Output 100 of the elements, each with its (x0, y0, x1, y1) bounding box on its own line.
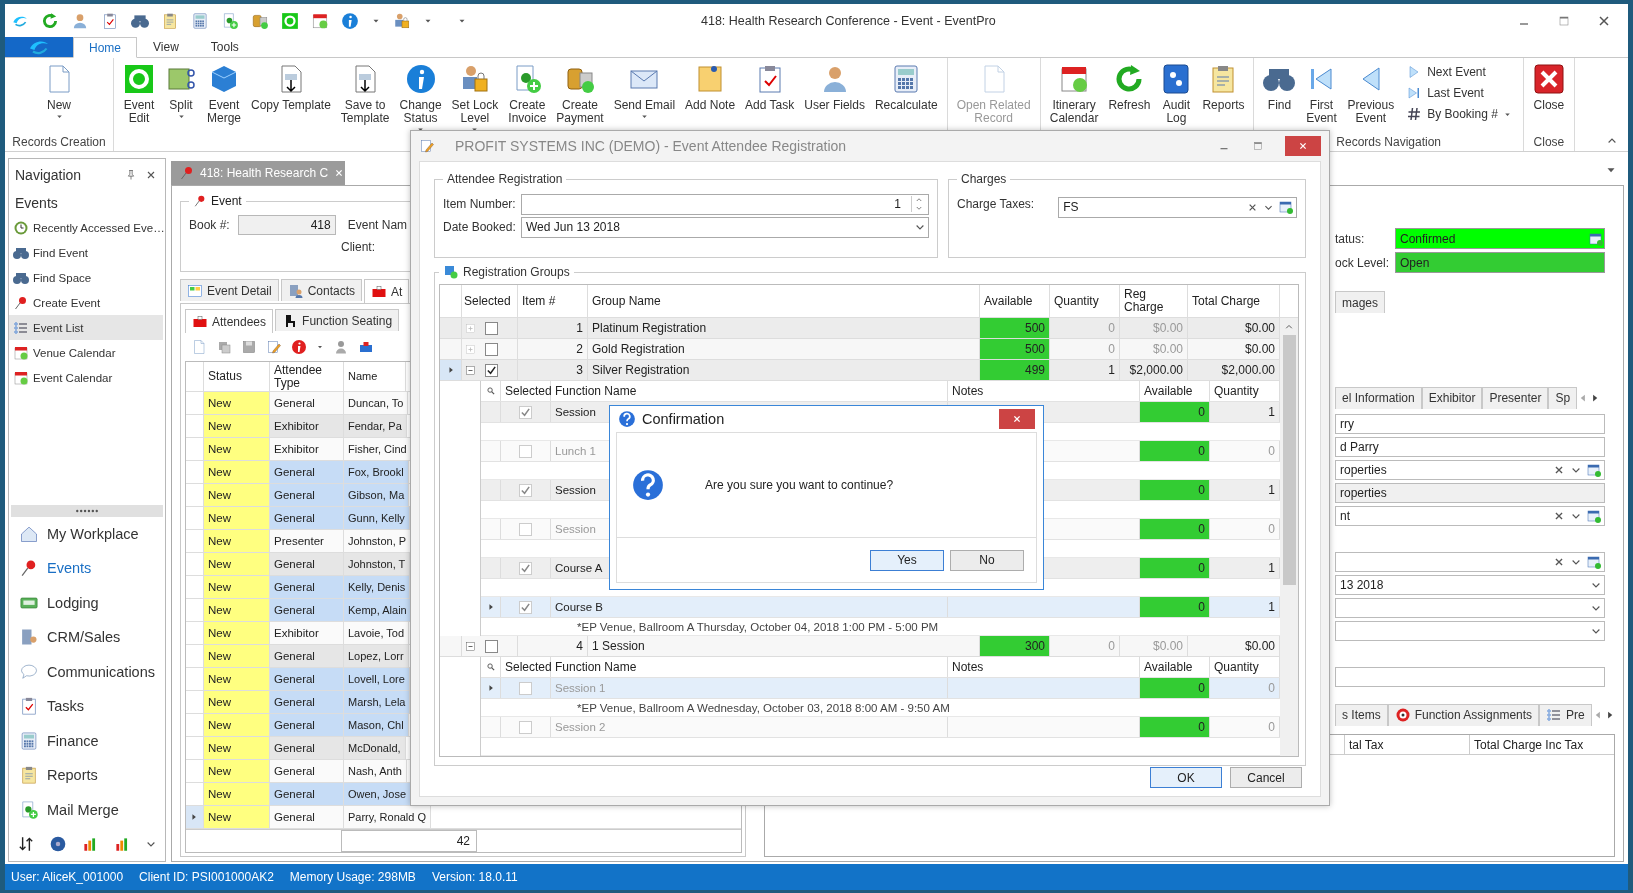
table-cell: General (270, 760, 344, 782)
table-cell: New (204, 484, 270, 506)
table-cell: Fendar, Pa (344, 415, 407, 437)
table-cell: 0 (1050, 339, 1120, 359)
table-cell: New (204, 668, 270, 690)
table-cell: Exhibitor (270, 622, 344, 644)
available-cell: 0 (1140, 558, 1210, 578)
status-text: Memory Usage: 298MB (289, 870, 416, 884)
function-name: Course A (555, 562, 603, 574)
table-cell: Owen, Jose (344, 783, 412, 805)
table-cell: General (270, 714, 344, 736)
table-cell: 1 (1050, 360, 1120, 380)
group-label: Close (1533, 135, 1565, 149)
function-name: Lunch 1 (555, 445, 596, 457)
table-cell: 1 (518, 318, 588, 338)
table-cell: New (204, 783, 270, 805)
table-cell: $0.00 (1120, 339, 1188, 359)
table-cell: Mason, Chl (344, 714, 409, 736)
available-cell: 0 (1140, 519, 1210, 539)
available-cell: 0 (1140, 441, 1210, 461)
group-title: Event (211, 194, 242, 208)
function-name: Session (555, 484, 596, 496)
table-cell: Duncan, To (344, 392, 409, 414)
table-cell: General (270, 668, 344, 690)
table-cell: Exhibitor (270, 415, 344, 437)
table-cell: Gunn, Kelly (344, 507, 410, 529)
available-cell: 0 (1140, 717, 1210, 737)
function-name: Session (555, 523, 596, 535)
available-cell: 500 (980, 318, 1050, 338)
message-text: Are you sure you want to continue? (705, 478, 894, 492)
available-cell: 499 (980, 360, 1050, 380)
field-label: Item Number: (443, 197, 515, 211)
table-cell: $2,000.00 (1120, 360, 1188, 380)
table-cell: General (270, 691, 344, 713)
table-cell: Presenter (270, 530, 344, 552)
table-cell: New (204, 714, 270, 736)
status-text: Client ID: PSI001000AK2 (139, 870, 274, 884)
table-cell: 4 (518, 636, 588, 656)
available-cell: 0 (1140, 678, 1210, 698)
table-cell: New (204, 507, 270, 529)
window-title: 418: Health Research Conference - Event - EventPro (700, 13, 997, 28)
available-cell: 0 (1140, 597, 1210, 617)
table-cell: $0.00 (1120, 636, 1188, 656)
table-cell: General (270, 599, 344, 621)
group-title: Attendee Registration (446, 172, 564, 186)
table-cell: New (204, 438, 270, 460)
table-cell: Nash, Anth (344, 760, 407, 782)
table-cell: Lovell, Lore (344, 668, 410, 690)
table-cell: McDonald, (344, 737, 406, 759)
group-title: Charges (960, 172, 1008, 186)
count-cell: 42 (341, 830, 477, 852)
table-cell: New (204, 461, 270, 483)
table-cell: General (270, 783, 344, 805)
function-name: Session (555, 406, 596, 418)
table-cell: New (204, 760, 270, 782)
table-cell: New (204, 645, 270, 667)
table-cell: Johnston, P (344, 530, 412, 552)
table-cell: New (204, 392, 270, 414)
table-cell: New (204, 530, 270, 552)
table-cell: General (270, 553, 344, 575)
table-cell: 0 (1050, 318, 1120, 338)
table-cell: General (270, 461, 344, 483)
table-cell: General (270, 576, 344, 598)
panel-title: Navigation (15, 167, 83, 183)
table-cell: Johnston, T (344, 553, 411, 575)
available-cell: 0 (1140, 402, 1210, 422)
table-cell: 0 (1050, 636, 1120, 656)
group-label: Records Navigation (1336, 135, 1442, 149)
table-cell: 3 (518, 360, 588, 380)
table-cell: Kelly, Denis (344, 576, 411, 598)
table-cell: New (204, 806, 270, 828)
section-title: Events (14, 194, 59, 213)
table-cell: New (204, 691, 270, 713)
table-cell: Fox, Brookl (344, 461, 409, 483)
available-cell: 300 (980, 636, 1050, 656)
table-cell: New (204, 576, 270, 598)
field-label: tatus: (1335, 231, 1366, 246)
table-cell: New (204, 599, 270, 621)
table-cell: New (204, 553, 270, 575)
available-cell: 0 (1140, 480, 1210, 500)
table-cell: New (204, 622, 270, 644)
group-title: Registration Groups (463, 265, 570, 279)
table-cell: Lavoie, Tod (344, 622, 410, 644)
table-cell: Lopez, Lorr (344, 645, 409, 667)
status-text: Version: 18.0.11 (431, 870, 518, 884)
field-label: Event Nam (347, 218, 408, 232)
field-label: ock Level: (1335, 255, 1389, 270)
table-cell: General (270, 484, 344, 506)
table-cell: Kemp, Alain (344, 599, 412, 621)
field-label: Date Booked: (443, 220, 515, 234)
table-cell: Parry, Ronald Q (344, 806, 432, 828)
field-label: Client: (341, 240, 375, 254)
table-cell: General (270, 737, 344, 759)
dialog-title: PROFIT SYSTEMS INC (DEMO) - Event Attendee Registration (455, 138, 847, 154)
dialog-title: Confirmation (642, 411, 725, 427)
table-cell: General (270, 645, 344, 667)
table-cell: $0.00 (1120, 318, 1188, 338)
table-cell: Gibson, Ma (344, 484, 410, 506)
field-label: Book #: (189, 218, 230, 232)
table-cell: General (270, 507, 344, 529)
